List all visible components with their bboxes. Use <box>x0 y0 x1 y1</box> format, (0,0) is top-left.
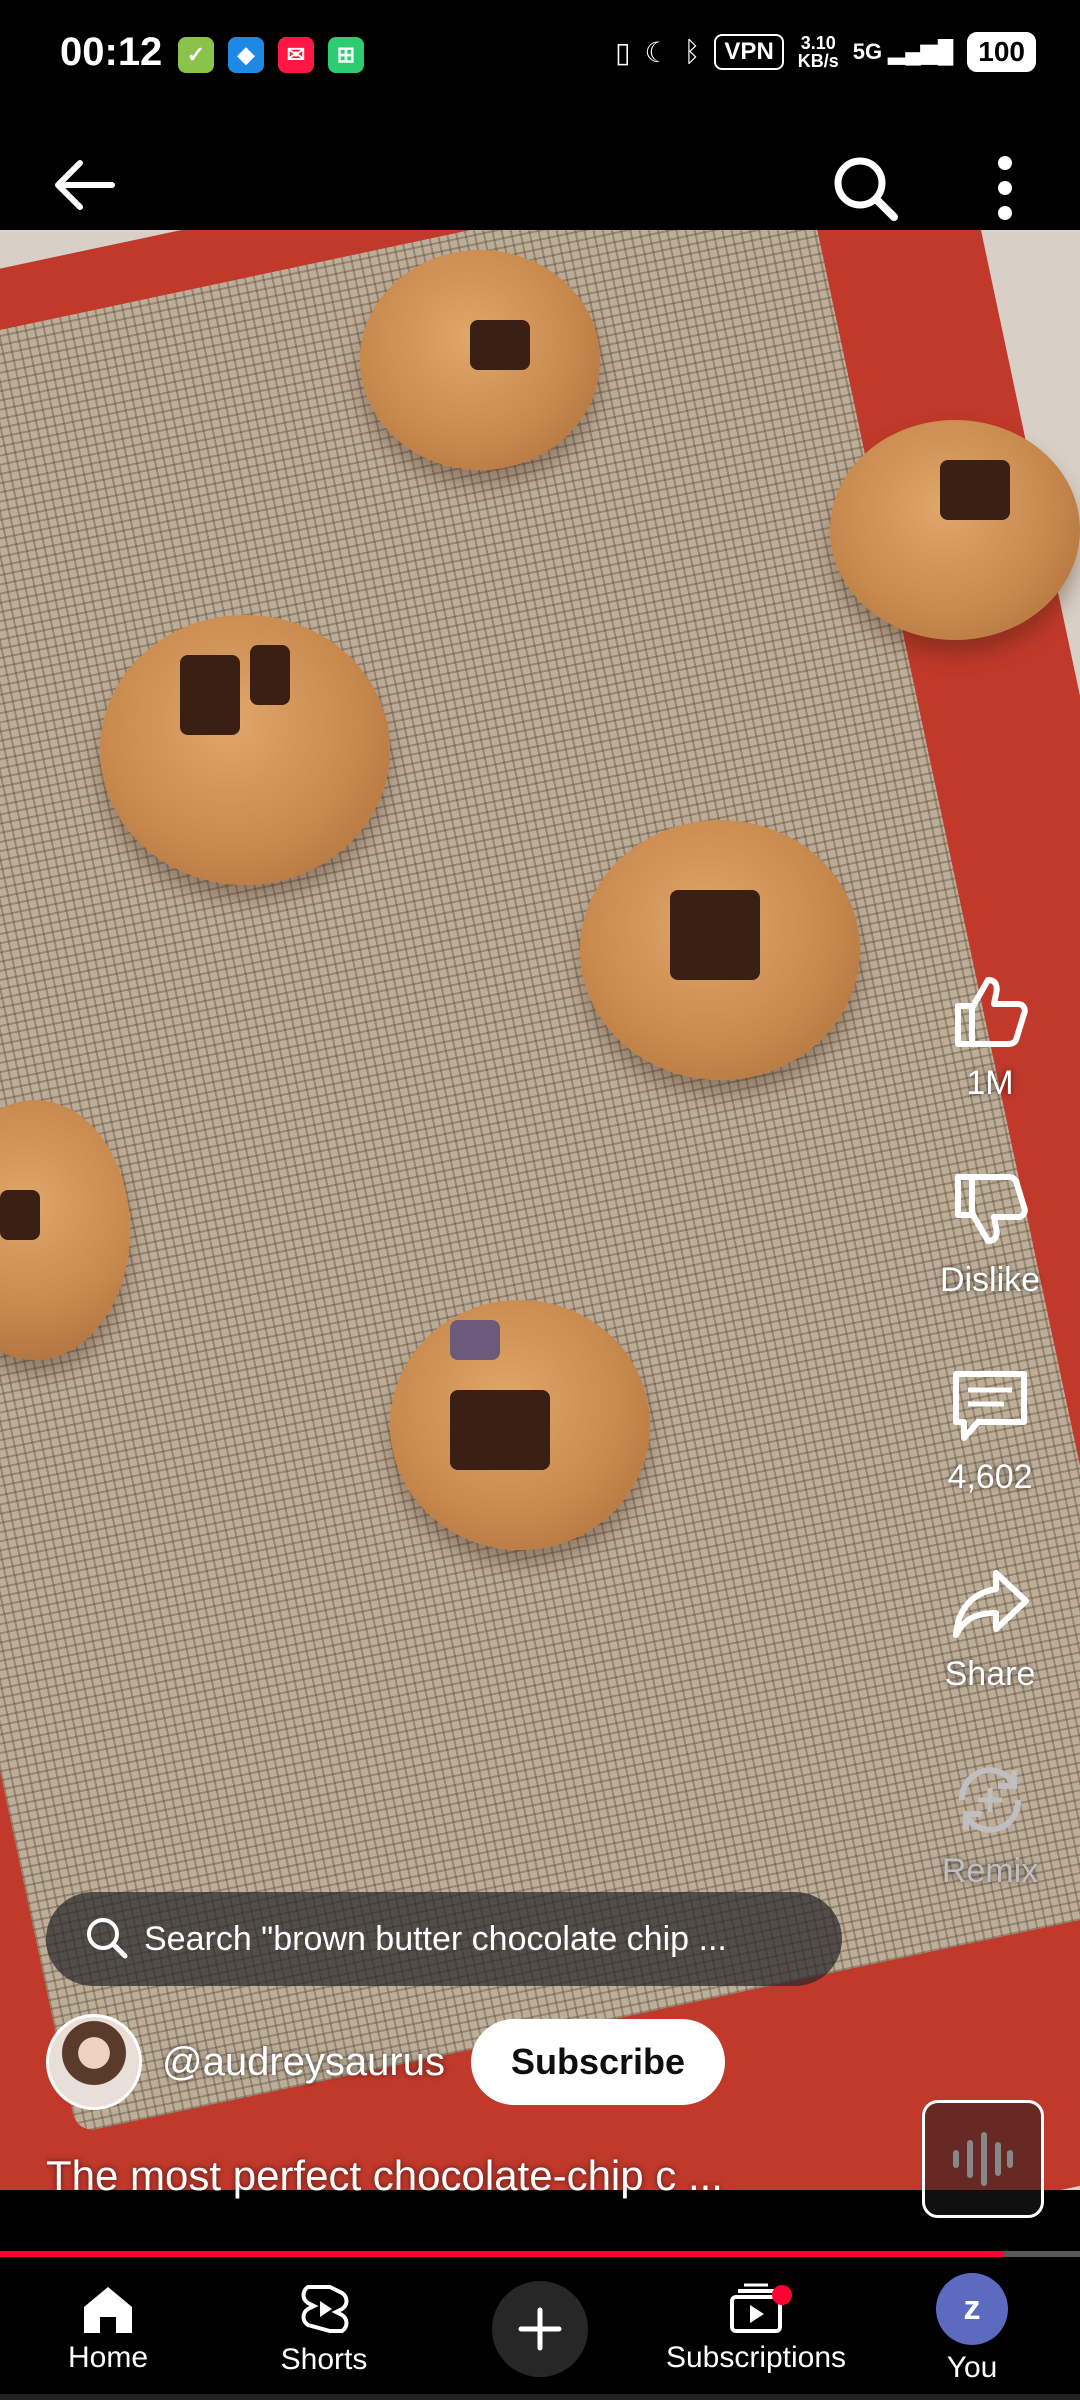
search-icon[interactable] <box>830 153 900 223</box>
nav-shorts-label: Shorts <box>280 2342 368 2376</box>
user-avatar: z <box>936 2272 1008 2345</box>
vibrate-icon: ▯ <box>615 36 631 68</box>
more-vert-icon[interactable] <box>985 153 1025 223</box>
cat-app-icon: ◆ <box>228 37 264 73</box>
thumbs-up-icon <box>948 970 1032 1054</box>
network-type: 5G <box>852 39 883 64</box>
comment-count: 4,602 <box>947 1458 1033 1496</box>
notification-dot <box>772 2285 792 2305</box>
nav-you-label: You <box>946 2350 998 2384</box>
remix-label: Remix <box>941 1852 1039 1890</box>
channel-row: @audreysaurus Subscribe <box>46 2012 726 2112</box>
like-button[interactable]: 1M <box>920 970 1060 1103</box>
top-bar <box>0 115 1080 230</box>
search-icon <box>84 1915 128 1964</box>
side-actions: 1M Dislike 4,602 Share Remix <box>920 970 1060 1955</box>
home-icon <box>84 2286 132 2333</box>
nav-home[interactable]: Home <box>0 2257 216 2400</box>
do-not-disturb-icon: ☾ <box>644 36 670 68</box>
share-button[interactable]: Share <box>920 1561 1060 1694</box>
subscribe-button[interactable]: Subscribe <box>470 2019 726 2105</box>
status-time: 00:12 <box>60 30 163 74</box>
nav-shorts[interactable]: Shorts <box>216 2257 432 2400</box>
cookie-dough-ball <box>830 420 1080 640</box>
plus-icon <box>518 2307 562 2350</box>
status-indicators: ▯ ☾ ᛒ VPN 3.10 KB/s 5G ▂▄▆█ 100 <box>615 32 1036 72</box>
like-count: 1M <box>966 1064 1014 1102</box>
comment-icon <box>948 1364 1032 1448</box>
video-title[interactable]: The most perfect chocolate-chip c ... <box>46 2152 876 2200</box>
sound-button[interactable] <box>922 2100 1044 2218</box>
back-arrow-icon[interactable] <box>50 155 120 215</box>
remix-icon <box>948 1758 1032 1842</box>
net-speed: 3.10 KB/s <box>798 34 839 70</box>
bluetooth-icon: ᛒ <box>683 36 701 67</box>
cookie-dough-ball <box>360 250 600 470</box>
signal-icon: 5G ▂▄▆█ <box>852 39 954 64</box>
gesture-bar <box>0 2394 1080 2400</box>
cookie-dough-ball <box>100 615 390 885</box>
bottom-nav: Home Shorts Subscriptions z You <box>0 2257 1080 2400</box>
nav-you[interactable]: z You <box>864 2257 1080 2400</box>
status-bar: 00:12 ✓ ◆ ✉ ⊞ ▯ ☾ ᛒ VPN 3.10 KB/s 5G ▂▄▆… <box>0 0 1080 115</box>
net-speed-value: 3.10 <box>800 33 836 53</box>
nav-home-label: Home <box>67 2340 149 2374</box>
battery-indicator: 100 <box>967 32 1036 72</box>
vpn-badge: VPN <box>714 34 784 70</box>
nav-subscriptions-label: Subscriptions <box>665 2340 847 2374</box>
share-icon <box>948 1561 1032 1645</box>
comments-button[interactable]: 4,602 <box>920 1364 1060 1497</box>
related-search-pill[interactable]: Search "brown butter chocolate chip ... <box>46 1892 842 1986</box>
nav-subscriptions[interactable]: Subscriptions <box>648 2257 864 2400</box>
status-app-icons: ✓ ◆ ✉ ⊞ <box>178 37 364 73</box>
nav-create[interactable] <box>432 2257 648 2400</box>
channel-avatar[interactable] <box>46 2014 142 2110</box>
net-speed-unit: KB/s <box>797 51 839 71</box>
dislike-label: Dislike <box>939 1261 1041 1299</box>
dislike-button[interactable]: Dislike <box>920 1167 1060 1300</box>
cookie-dough-ball <box>580 820 860 1080</box>
shorts-icon <box>301 2284 349 2333</box>
share-label: Share <box>944 1655 1036 1693</box>
remix-button[interactable]: Remix <box>920 1758 1060 1891</box>
spreadsheet-app-icon: ⊞ <box>328 37 364 73</box>
thumbs-down-icon <box>948 1167 1032 1251</box>
shopping-bag-icon: ✓ <box>178 37 214 73</box>
audio-wave-icon <box>953 2132 1013 2186</box>
create-button[interactable] <box>492 2280 588 2377</box>
related-search-text: Search "brown butter chocolate chip ... <box>144 1919 727 1958</box>
message-app-icon: ✉ <box>278 37 314 73</box>
channel-handle[interactable]: @audreysaurus <box>162 2040 445 2085</box>
cookie-dough-ball <box>390 1300 650 1550</box>
